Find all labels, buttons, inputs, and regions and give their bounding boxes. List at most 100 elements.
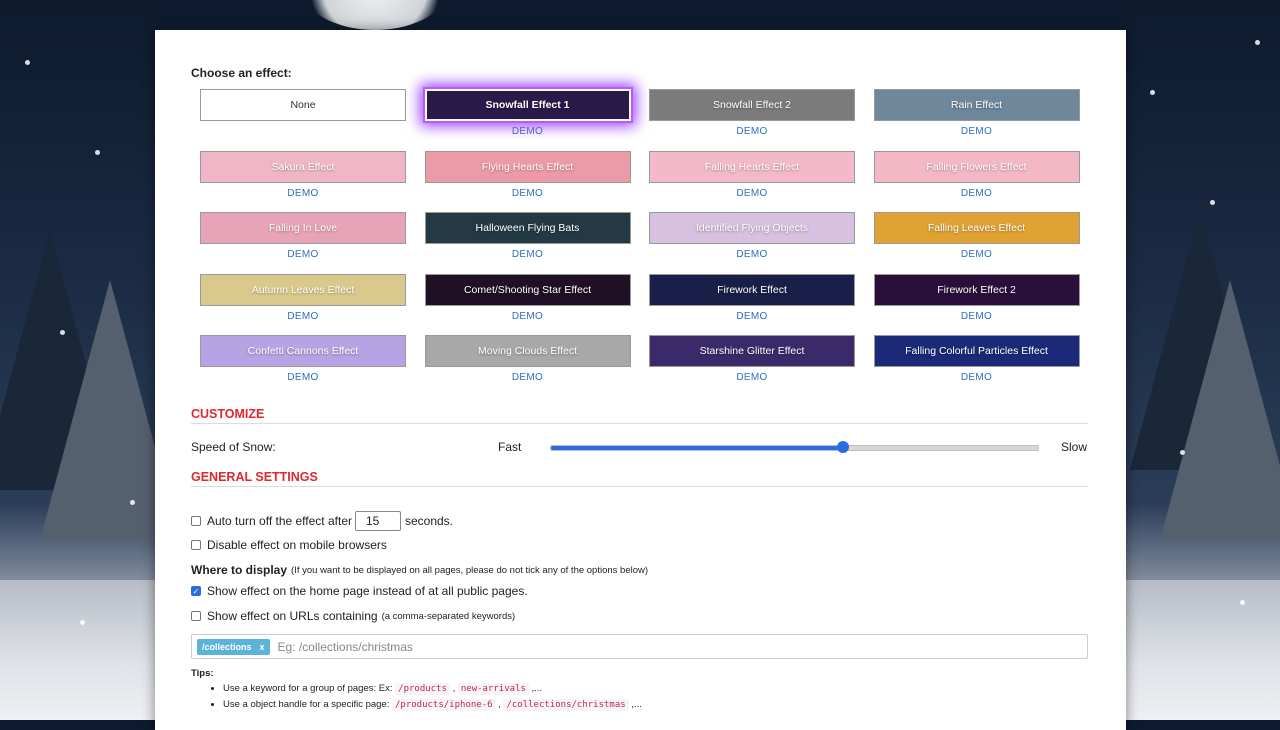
url-keywords-input[interactable]: Eg: /collections/christmas xyxy=(278,640,413,654)
effect-button-label: None xyxy=(290,99,316,111)
keyword-tag-label: /collections xyxy=(202,641,252,652)
demo-link[interactable]: DEMO xyxy=(425,188,631,199)
home-only-row: ✓ Show effect on the home page instead o… xyxy=(191,584,528,598)
effect-button[interactable]: None xyxy=(200,89,406,121)
divider xyxy=(191,486,1088,487)
demo-link[interactable]: DEMO xyxy=(425,372,631,383)
effect-button[interactable]: Falling Leaves Effect xyxy=(873,212,1080,244)
effect-option: None xyxy=(200,89,406,121)
effect-button-label: Falling Hearts Effect xyxy=(704,160,800,173)
demo-link[interactable]: DEMO xyxy=(200,249,406,260)
effect-button-label: Falling Leaves Effect xyxy=(927,222,1026,234)
auto-off-row: Auto turn off the effect after 15 second… xyxy=(191,511,453,531)
tip-item: Use a keyword for a group of pages: Ex: … xyxy=(223,683,642,695)
demo-link[interactable]: DEMO xyxy=(200,311,406,322)
effect-button-label: Firework Effect 2 xyxy=(937,283,1016,296)
tip-code: new-arrivals xyxy=(457,683,529,695)
demo-link[interactable]: DEMO xyxy=(874,249,1080,260)
effect-button-label: Falling Colorful Particles Effect xyxy=(905,345,1048,357)
effect-button-label: Falling In Love xyxy=(268,222,338,234)
effect-button[interactable]: Autumn Leaves Effect xyxy=(200,273,406,306)
demo-link[interactable]: DEMO xyxy=(874,126,1080,137)
effect-button[interactable]: Falling In Love xyxy=(200,212,406,244)
home-only-label: Show effect on the home page instead of … xyxy=(207,584,528,598)
effect-button[interactable]: Confetti Cannons Effect xyxy=(200,335,406,367)
effect-button[interactable]: Moving Clouds Effect xyxy=(424,335,631,367)
effect-button-label: Comet/Shooting Star Effect xyxy=(463,283,592,296)
demo-link[interactable]: DEMO xyxy=(874,188,1080,199)
fast-label: Fast xyxy=(498,440,522,454)
effect-option: Halloween Flying Bats DEMO xyxy=(424,212,631,260)
effect-option: Moving Clouds Effect DEMO xyxy=(424,335,631,383)
effect-option: Falling Leaves Effect DEMO xyxy=(873,212,1080,260)
tree xyxy=(1160,280,1280,540)
keyword-tag: /collections x xyxy=(197,638,270,655)
demo-link[interactable]: DEMO xyxy=(200,188,406,199)
urls-row: Show effect on URLs containing (a comma-… xyxy=(191,609,515,623)
effect-button-label: Snowfall Effect 2 xyxy=(712,99,792,111)
speed-label: Speed of Snow: xyxy=(191,440,276,454)
effect-option: Starshine Glitter Effect DEMO xyxy=(649,335,855,383)
speed-slider[interactable] xyxy=(550,441,1039,453)
urls-checkbox[interactable] xyxy=(191,611,201,621)
demo-link[interactable]: DEMO xyxy=(649,372,855,383)
effect-button[interactable]: Snowfall Effect 2 xyxy=(649,89,855,121)
demo-link[interactable]: DEMO xyxy=(425,126,631,137)
effect-button[interactable]: Halloween Flying Bats xyxy=(424,212,631,244)
url-keywords-field[interactable]: /collections x Eg: /collections/christma… xyxy=(191,634,1088,659)
demo-link[interactable]: DEMO xyxy=(649,311,855,322)
demo-link[interactable]: DEMO xyxy=(425,311,631,322)
effect-button-label: Snowfall Effect 1 xyxy=(485,99,570,111)
urls-label: Show effect on URLs containing xyxy=(207,609,378,623)
demo-link[interactable]: DEMO xyxy=(200,372,406,383)
effect-button[interactable]: Sakura Effect xyxy=(200,150,406,183)
slider-fill xyxy=(551,446,844,450)
effect-button[interactable]: Identified Flying Objects xyxy=(649,212,855,244)
auto-off-checkbox[interactable] xyxy=(191,516,201,526)
effect-button[interactable]: Falling Hearts Effect xyxy=(649,150,855,183)
remove-tag-button[interactable]: x xyxy=(260,642,265,652)
demo-link[interactable]: DEMO xyxy=(425,249,631,260)
effect-option: Snowfall Effect 1 DEMO xyxy=(424,89,631,137)
demo-link[interactable]: DEMO xyxy=(874,372,1080,383)
disable-mobile-checkbox[interactable] xyxy=(191,540,201,550)
effect-button[interactable]: Snowfall Effect 1 xyxy=(424,89,631,121)
effect-button-label: Moving Clouds Effect xyxy=(477,345,578,357)
home-only-checkbox[interactable]: ✓ xyxy=(191,586,201,596)
tips-section: Tips: Use a keyword for a group of pages… xyxy=(191,668,642,715)
effect-button[interactable]: Flying Hearts Effect xyxy=(424,150,631,183)
slow-label: Slow xyxy=(1061,440,1088,454)
tip-text: Use a object handle for a specific page: xyxy=(223,699,392,710)
moon xyxy=(300,0,450,30)
effect-button-label: Autumn Leaves Effect xyxy=(251,283,355,296)
effect-button[interactable]: Firework Effect 2 xyxy=(873,273,1080,306)
effect-option: Falling Flowers Effect DEMO xyxy=(873,150,1080,199)
tip-code: /products/iphone-6 xyxy=(392,699,496,711)
effect-option: Comet/Shooting Star Effect DEMO xyxy=(424,273,631,322)
demo-link[interactable]: DEMO xyxy=(649,249,855,260)
effect-button[interactable]: Starshine Glitter Effect xyxy=(649,335,855,367)
demo-link[interactable]: DEMO xyxy=(649,126,855,137)
effect-button-label: Confetti Cannons Effect xyxy=(247,345,359,357)
effect-button-label: Sakura Effect xyxy=(271,160,335,173)
effect-button[interactable]: Falling Flowers Effect xyxy=(873,150,1080,183)
effect-button-label: Identified Flying Objects xyxy=(695,222,809,234)
customize-title: CUSTOMIZE xyxy=(191,407,265,421)
tip-item: Use a object handle for a specific page:… xyxy=(223,699,642,711)
effect-button[interactable]: Falling Colorful Particles Effect xyxy=(873,335,1080,367)
effect-button[interactable]: Rain Effect xyxy=(873,89,1080,121)
seconds-label: seconds. xyxy=(404,514,454,528)
demo-link[interactable]: DEMO xyxy=(874,311,1080,322)
urls-note: (a comma-separated keywords) xyxy=(381,610,516,622)
where-to-display-note: (If you want to be displayed on all page… xyxy=(291,564,649,576)
effect-button-label: Flying Hearts Effect xyxy=(481,160,574,173)
effect-button[interactable]: Firework Effect xyxy=(649,273,855,306)
demo-link[interactable]: DEMO xyxy=(649,188,855,199)
where-to-display-title: Where to display xyxy=(191,563,288,577)
effect-button[interactable]: Comet/Shooting Star Effect xyxy=(424,273,631,306)
effect-option: Snowfall Effect 2 DEMO xyxy=(649,89,855,137)
auto-off-seconds-input[interactable]: 15 xyxy=(354,511,401,531)
tips-title: Tips: xyxy=(191,668,214,679)
tips-list: Use a keyword for a group of pages: Ex: … xyxy=(191,683,642,711)
slider-thumb[interactable] xyxy=(837,441,850,453)
